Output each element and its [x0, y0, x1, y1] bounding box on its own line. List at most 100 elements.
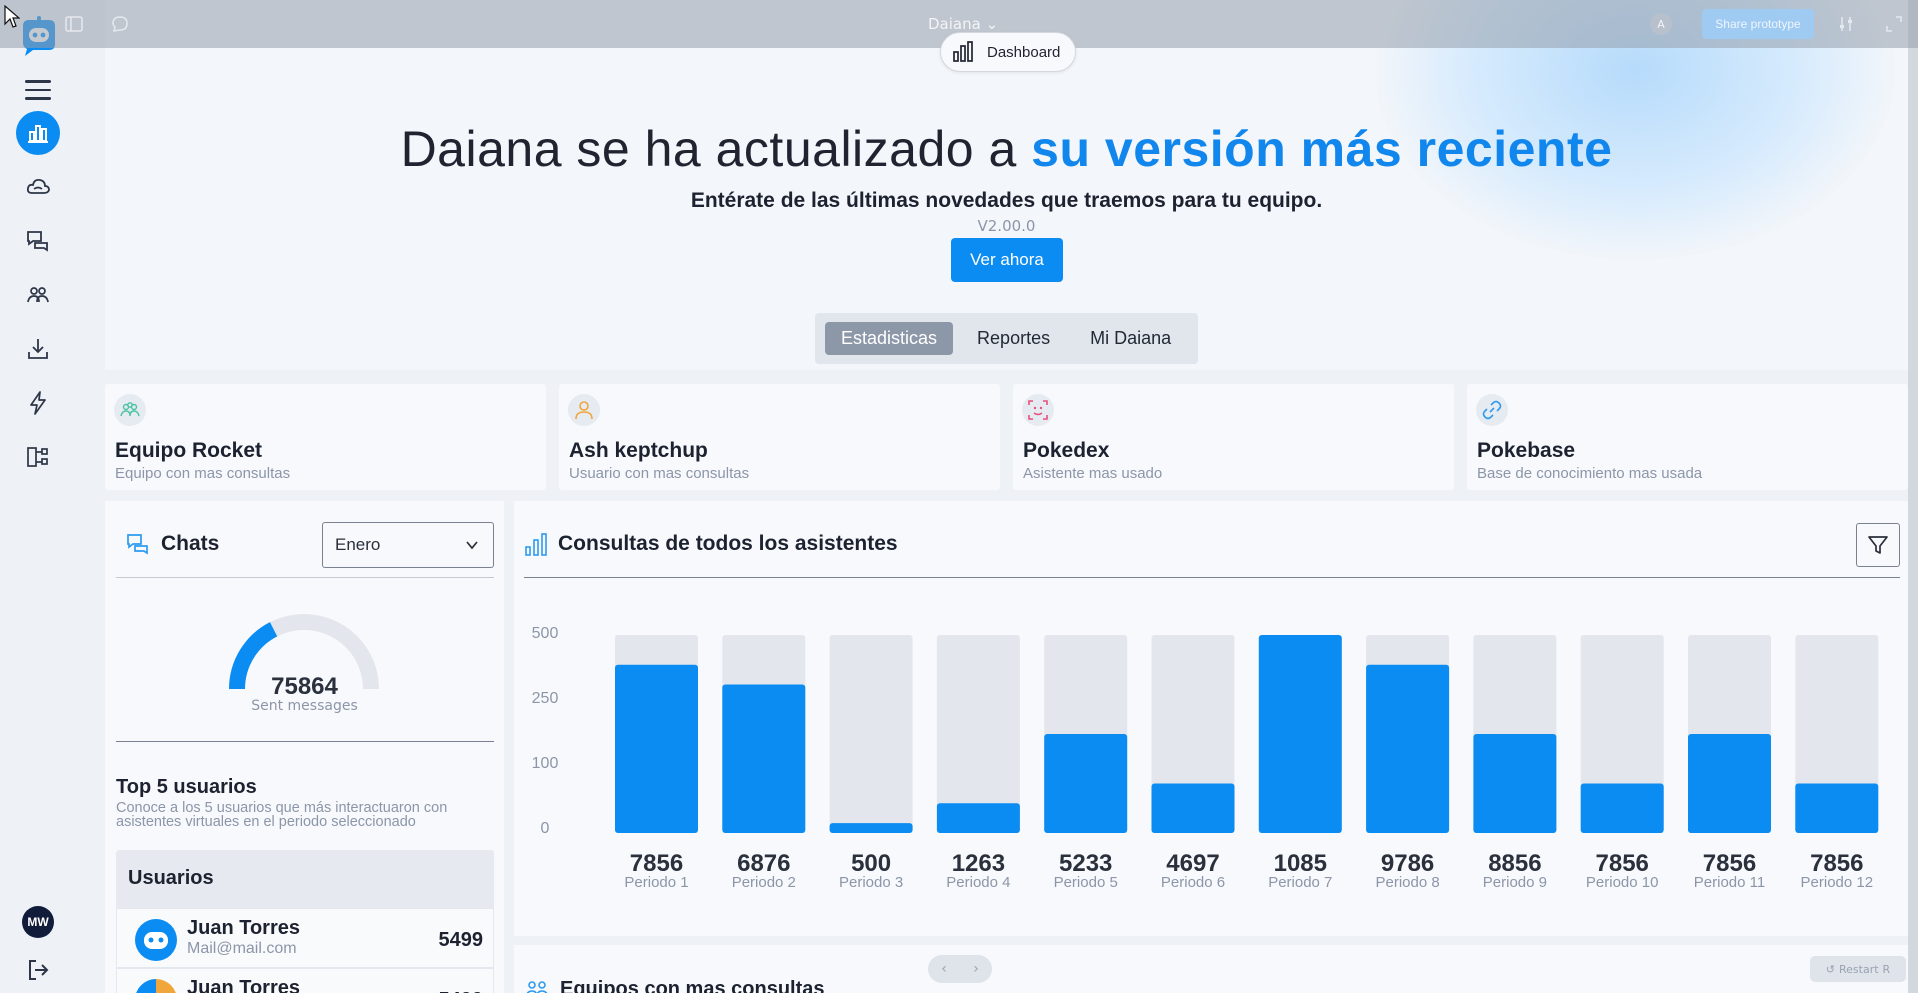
chevron-down-icon	[466, 541, 478, 550]
stat-card-team[interactable]: Equipo Rocket Equipo con mas consultas	[105, 384, 546, 490]
panel-toggle-icon[interactable]	[64, 14, 84, 34]
x-tick-label: Periodo 2	[732, 874, 796, 891]
sidebar-item-teams[interactable]	[16, 273, 60, 317]
user-row[interactable]: Juan Torres 5499	[116, 968, 494, 993]
section-tabs: Estadisticas Reportes Mi Daiana	[815, 313, 1198, 364]
bar	[1795, 783, 1879, 833]
card-title: Pokebase	[1477, 439, 1576, 462]
gauge-label: Sent messages	[251, 698, 358, 714]
bar	[1580, 783, 1664, 833]
chat-bubbles-icon	[27, 231, 48, 252]
page-navigator: ‹ ›	[928, 955, 992, 983]
previous-arrow-icon[interactable]: ‹	[941, 961, 947, 977]
bar-value-label: 8856	[1488, 850, 1541, 877]
consultas-panel: Consultas de todos los asistentes 500 250…	[514, 501, 1908, 936]
chat-bubbles-icon	[127, 534, 148, 555]
dashboard-page-pill[interactable]: Dashboard	[940, 32, 1076, 72]
restart-label: Restart	[1839, 962, 1879, 976]
bot-face-icon	[1022, 394, 1054, 426]
tab-mi-daiana[interactable]: Mi Daiana	[1074, 322, 1187, 355]
user-count: 5499	[439, 989, 484, 993]
restart-shortcut: R	[1882, 962, 1891, 976]
hamburger-menu-icon[interactable]	[25, 80, 51, 100]
user-count: 5499	[438, 929, 484, 951]
stat-card-assistant[interactable]: Pokedex Asistente mas usado	[1013, 384, 1454, 490]
equipos-panel: Equipos con mas consultas	[514, 945, 1908, 993]
x-tick-label: Periodo 7	[1268, 874, 1332, 891]
bar	[1258, 635, 1342, 833]
stat-card-knowledge[interactable]: Pokebase Base de conocimiento mas usada	[1467, 384, 1908, 490]
bar	[722, 684, 806, 833]
sidebar-item-downloads[interactable]	[16, 327, 60, 371]
team-icon	[114, 394, 146, 426]
user-name: Juan Torres	[187, 977, 300, 993]
banner-title-accent: su versión más reciente	[1031, 121, 1613, 177]
bar	[1688, 734, 1771, 833]
project-name-label: Daiana	[928, 15, 981, 33]
month-select[interactable]: Enero	[322, 522, 494, 568]
logout-icon[interactable]	[26, 958, 50, 982]
x-tick-label: Periodo 12	[1801, 874, 1874, 891]
fullscreen-icon[interactable]	[1884, 14, 1904, 34]
sidebar-item-chats[interactable]	[16, 219, 60, 263]
equipos-title: Equipos con mas consultas	[560, 977, 825, 993]
user-name: Juan Torres	[187, 917, 300, 939]
card-subtitle: Usuario con mas consultas	[569, 465, 750, 482]
scrollbar[interactable]	[1908, 0, 1918, 993]
ver-ahora-button[interactable]: Ver ahora	[951, 238, 1063, 282]
bar-value-label: 1263	[952, 850, 1005, 877]
card-subtitle: Asistente mas usado	[1023, 465, 1163, 482]
account-avatar[interactable]: A	[1650, 13, 1672, 35]
comment-icon[interactable]	[110, 14, 130, 34]
bar-value-label: 4697	[1166, 850, 1219, 877]
user-avatar-icon	[135, 979, 177, 993]
user-icon	[568, 394, 600, 426]
card-subtitle: Base de conocimiento mas usada	[1477, 465, 1703, 482]
sidebar-item-flows[interactable]	[16, 435, 60, 479]
x-tick-label: Periodo 10	[1586, 874, 1659, 891]
settings-sliders-icon[interactable]	[1836, 14, 1856, 34]
lightning-icon	[30, 391, 46, 415]
dashboard-label: Dashboard	[987, 43, 1061, 61]
bar	[615, 664, 698, 833]
project-name[interactable]: Daiana ⌄	[928, 15, 998, 33]
bar-value-label: 6876	[737, 850, 790, 877]
month-select-value: Enero	[335, 535, 381, 554]
x-tick-label: Periodo 9	[1483, 874, 1547, 891]
user-avatar-icon	[135, 919, 177, 961]
sidebar-item-dashboard[interactable]	[16, 111, 60, 155]
user-row[interactable]: Juan Torres Mail@mail.com 5499	[116, 908, 494, 968]
sidebar-item-automations[interactable]	[16, 381, 60, 425]
share-prototype-button[interactable]: Share prototype	[1702, 9, 1814, 39]
bar-value-label: 5233	[1059, 850, 1112, 877]
gauge-value: 75864	[271, 673, 338, 700]
y-tick-label: 0	[541, 820, 550, 837]
card-title: Pokedex	[1023, 439, 1110, 462]
bar-value-label: 7856	[1596, 850, 1649, 877]
bar-value-label: 1085	[1274, 850, 1327, 877]
user-avatar[interactable]: MW	[22, 906, 54, 938]
restart-button[interactable]: ↺ Restart R	[1810, 956, 1906, 982]
main-content: Daiana se ha actualizado a su versión má…	[105, 0, 1908, 993]
download-icon	[28, 339, 48, 359]
bar	[1151, 783, 1235, 833]
tab-estadisticas[interactable]: Estadisticas	[825, 322, 954, 355]
version-label: V2.00.0	[977, 217, 1036, 235]
users-icon	[526, 981, 548, 993]
x-tick-label: Periodo 6	[1161, 874, 1225, 891]
sidebar-item-cloud[interactable]	[16, 165, 60, 209]
x-tick-label: Periodo 11	[1694, 874, 1765, 891]
bar-chart-icon	[28, 125, 48, 143]
chats-title: Chats	[161, 532, 220, 555]
bar-value-label: 9786	[1381, 850, 1434, 877]
users-table-header: Usuarios	[116, 850, 494, 908]
sidebar: MW	[0, 0, 77, 993]
user-email: Mail@mail.com	[187, 940, 297, 957]
bar-value-label: 7856	[1810, 850, 1863, 877]
bar-value-label: 7856	[1703, 850, 1756, 877]
stat-card-user[interactable]: Ash keptchup Usuario con mas consultas	[559, 384, 1000, 490]
tab-reportes[interactable]: Reportes	[961, 322, 1066, 355]
divider	[116, 741, 494, 742]
bar-track	[829, 635, 913, 833]
next-arrow-icon[interactable]: ›	[973, 961, 979, 977]
